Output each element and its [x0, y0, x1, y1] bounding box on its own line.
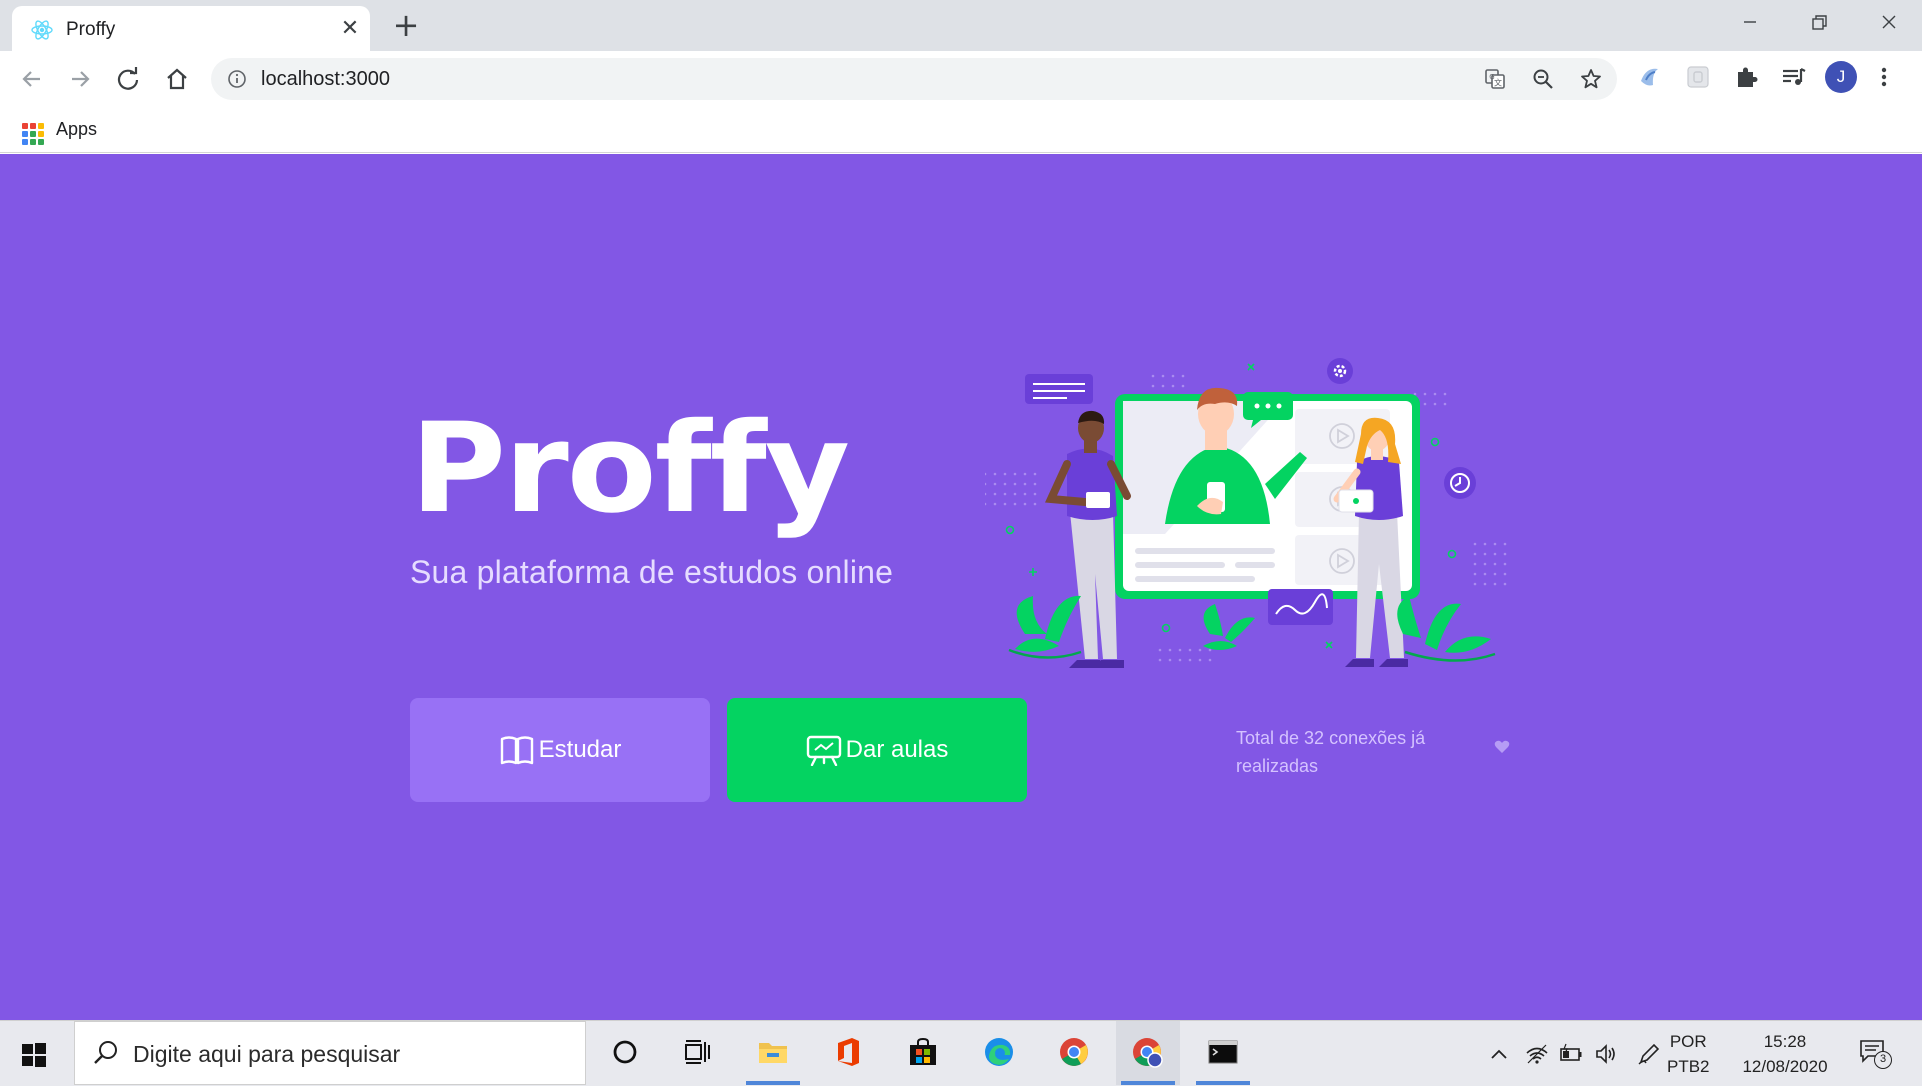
volume-icon[interactable]	[1593, 1041, 1619, 1067]
hero-illustration	[985, 358, 1507, 668]
notification-center[interactable]: 3	[1858, 1037, 1892, 1069]
plus-icon[interactable]: +	[390, 9, 422, 42]
browser-toolbar: localhost:3000 文G J	[0, 51, 1922, 107]
file-explorer-icon	[759, 1043, 787, 1063]
kebab-menu-icon[interactable]	[1874, 63, 1894, 91]
give-classes-button[interactable]: Dar aulas	[727, 698, 1027, 802]
terminal-icon	[1208, 1040, 1238, 1064]
media-queue-icon[interactable]	[1779, 63, 1807, 91]
restore-icon[interactable]	[1799, 6, 1839, 38]
open-book-icon	[500, 736, 533, 765]
app-running-indicator	[1121, 1081, 1175, 1085]
bookmark-apps[interactable]: Apps	[56, 119, 97, 140]
cortana-button[interactable]	[594, 1021, 656, 1085]
edge-icon	[985, 1038, 1013, 1066]
profile-avatar[interactable]: J	[1825, 61, 1857, 93]
svg-text:Proffy: Proffy	[410, 409, 848, 541]
search-icon	[94, 1041, 117, 1064]
keyboard-layout: PTB2	[1667, 1057, 1710, 1076]
pen-icon[interactable]	[1636, 1041, 1662, 1067]
task-view-button[interactable]	[666, 1021, 728, 1085]
heart-icon	[1494, 740, 1510, 753]
chrome-icon	[1060, 1038, 1088, 1066]
tagline: Sua plataforma de estudos online	[410, 554, 894, 590]
puzzle-icon[interactable]	[1732, 63, 1760, 91]
office-icon	[838, 1038, 859, 1066]
browser-titlebar: Proffy ✕ +	[0, 0, 1922, 51]
chevron-up-icon[interactable]	[1486, 1041, 1512, 1067]
apps-grid-icon[interactable]	[22, 123, 44, 145]
chrome-profile-button[interactable]	[1116, 1021, 1180, 1085]
windows-taskbar: Digite aqui para pesquisar POR PTB2 15:2…	[0, 1020, 1922, 1086]
language-code: POR	[1669, 1032, 1707, 1051]
minimize-icon[interactable]	[1730, 6, 1770, 38]
browser-tab[interactable]: Proffy ✕	[12, 6, 370, 51]
store-button[interactable]	[892, 1021, 954, 1085]
file-explorer-button[interactable]	[742, 1021, 804, 1085]
give-classes-button-label: Dar aulas	[845, 736, 949, 763]
landing-page: Proffy Sua plataforma de estudos online	[0, 154, 1922, 1020]
close-icon[interactable]: ✕	[338, 17, 362, 41]
svg-text:G: G	[1489, 73, 1494, 81]
translate-icon[interactable]: 文G	[1483, 67, 1507, 91]
task-view-icon	[685, 1040, 710, 1064]
address-bar[interactable]: localhost:3000 文G	[211, 58, 1617, 100]
extension-blue-icon[interactable]	[1636, 63, 1664, 91]
forward-arrow-icon[interactable]	[64, 63, 96, 95]
total-connections: Total de 32 conexões já realizadas	[1236, 728, 1426, 776]
extension-gray-icon[interactable]	[1684, 63, 1712, 91]
close-icon[interactable]	[1869, 6, 1909, 38]
zoom-out-icon[interactable]	[1531, 67, 1555, 91]
svg-text:文: 文	[1494, 78, 1502, 88]
react-atom-icon	[31, 20, 53, 40]
back-arrow-icon[interactable]	[16, 63, 48, 95]
input-language[interactable]: POR PTB2	[1667, 1029, 1710, 1079]
proffy-logo: Proffy	[410, 409, 850, 541]
study-button-label: Estudar	[538, 736, 622, 763]
url-text[interactable]: localhost:3000	[261, 68, 390, 91]
battery-icon[interactable]	[1558, 1041, 1584, 1067]
search-placeholder: Digite aqui para pesquisar	[133, 1041, 401, 1067]
study-button[interactable]: Estudar	[410, 698, 710, 802]
terminal-button[interactable]	[1192, 1021, 1254, 1085]
office-button[interactable]	[817, 1021, 879, 1085]
system-clock[interactable]: 15:28 12/08/2020	[1730, 1029, 1840, 1079]
star-icon[interactable]	[1579, 67, 1603, 91]
windows-logo-icon[interactable]	[20, 1041, 48, 1069]
chrome-profile-icon	[1133, 1038, 1163, 1068]
cortana-icon	[613, 1040, 637, 1064]
app-running-indicator	[1196, 1081, 1250, 1085]
info-icon[interactable]	[227, 69, 247, 89]
reload-icon[interactable]	[112, 63, 144, 95]
bookmarks-bar: Apps	[0, 107, 1922, 153]
taskbar-search[interactable]: Digite aqui para pesquisar	[74, 1021, 586, 1085]
edge-button[interactable]	[968, 1021, 1030, 1085]
notification-count: 3	[1874, 1051, 1892, 1069]
clock-time: 15:28	[1763, 1032, 1807, 1051]
store-icon	[910, 1037, 936, 1065]
wifi-icon[interactable]	[1524, 1041, 1550, 1067]
app-running-indicator	[746, 1081, 800, 1085]
tab-title: Proffy	[66, 19, 116, 40]
chrome-button[interactable]	[1043, 1021, 1105, 1085]
home-icon[interactable]	[161, 63, 193, 95]
presentation-board-icon	[806, 735, 841, 766]
clock-date: 12/08/2020	[1742, 1057, 1828, 1076]
